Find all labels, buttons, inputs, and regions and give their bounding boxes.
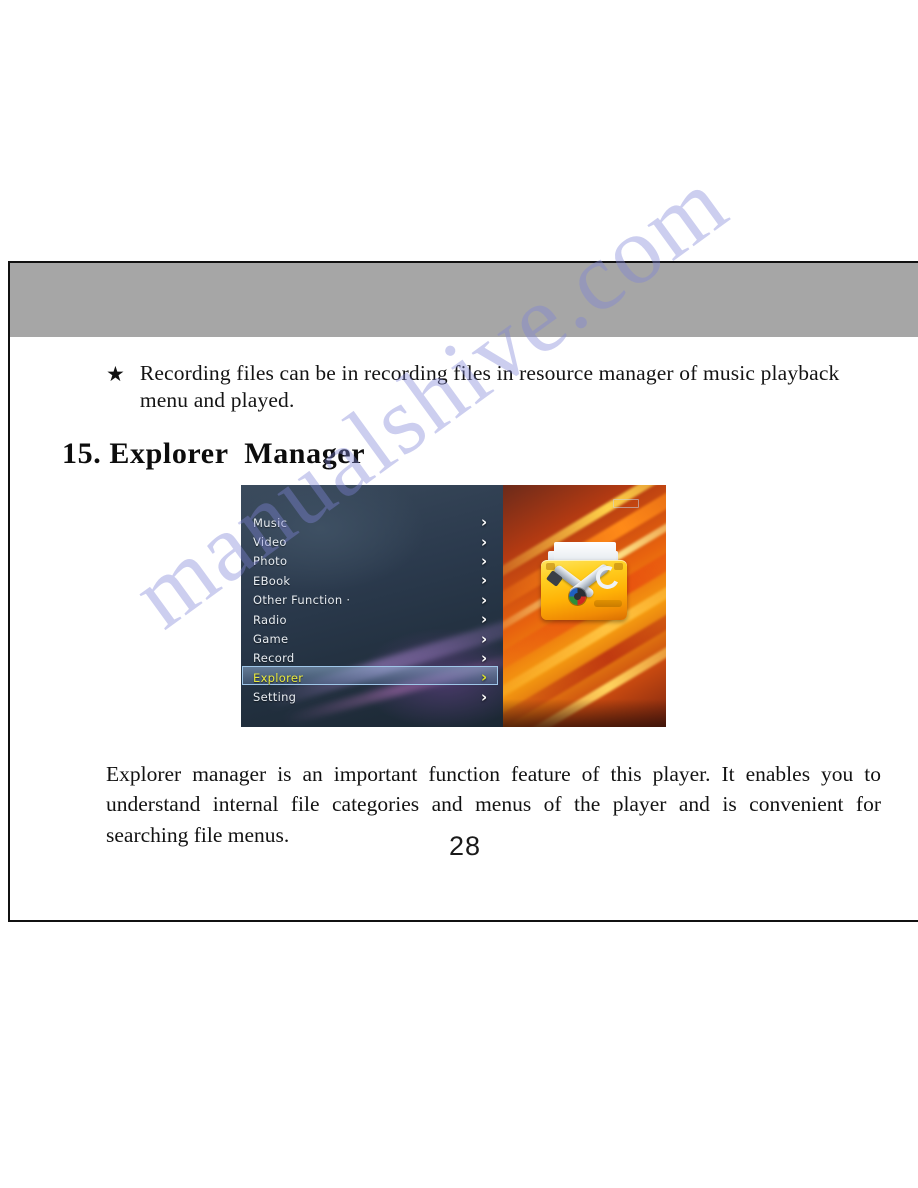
chevron-right-icon: › (481, 551, 488, 570)
chevron-right-icon: › (481, 571, 488, 590)
device-menu-item-music[interactable]: Music › (241, 513, 503, 532)
menu-item-label: Radio (253, 612, 287, 627)
page-number: 28 (448, 831, 482, 861)
device-menu-item-other-function[interactable]: Other Function · › (241, 591, 503, 610)
manual-page: ★ Recording files can be in recording fi… (8, 261, 918, 922)
page-header-band (10, 263, 918, 337)
page-content: ★ Recording files can be in recording fi… (10, 337, 918, 922)
tools-pivot-center (574, 593, 581, 600)
chevron-right-icon: › (481, 590, 488, 609)
device-menu-item-ebook[interactable]: EBook › (241, 571, 503, 590)
device-menu-item-radio[interactable]: Radio › (241, 610, 503, 629)
background-shade (503, 699, 666, 727)
menu-item-label: Game (253, 632, 289, 647)
star-icon: ★ (106, 362, 125, 386)
device-menu-item-video[interactable]: Video › (241, 532, 503, 551)
menu-item-label: Record (253, 651, 295, 666)
note-block: ★ Recording files can be in recording fi… (106, 360, 881, 414)
device-screenshot-figure: Music › Video › Photo › EBook › Other Function ·… (241, 485, 666, 727)
device-menu-list: Music › Video › Photo › EBook › Other Function ·… (241, 485, 503, 727)
chevron-right-icon: › (481, 668, 488, 687)
menu-item-label: EBook (253, 573, 291, 588)
device-menu-item-explorer[interactable]: Explorer › (241, 668, 503, 687)
menu-item-label: Music (253, 515, 288, 530)
folder-slot (594, 600, 622, 607)
chevron-right-icon: › (481, 610, 488, 629)
chevron-right-icon: › (481, 629, 488, 648)
menu-item-label: Video (253, 535, 287, 550)
note-text: Recording files can be in recording file… (139, 361, 840, 412)
device-menu-item-photo[interactable]: Photo › (241, 552, 503, 571)
device-menu-item-record[interactable]: Record › (241, 649, 503, 668)
folder-tools-icon (538, 542, 630, 622)
chevron-right-icon: › (481, 513, 488, 532)
device-menu-item-game[interactable]: Game › (241, 629, 503, 648)
chevron-right-icon: › (481, 687, 488, 706)
device-menu-item-setting[interactable]: Setting › (241, 688, 503, 707)
menu-item-label: Explorer (253, 670, 304, 685)
menu-item-label: Setting (253, 690, 297, 705)
menu-item-label: Other Function · (253, 593, 351, 608)
page-title: 15. Explorer Manager (62, 437, 366, 470)
chevron-right-icon: › (481, 648, 488, 667)
menu-item-label: Photo (253, 554, 288, 569)
chevron-right-icon: › (481, 532, 488, 551)
battery-icon (613, 499, 639, 508)
